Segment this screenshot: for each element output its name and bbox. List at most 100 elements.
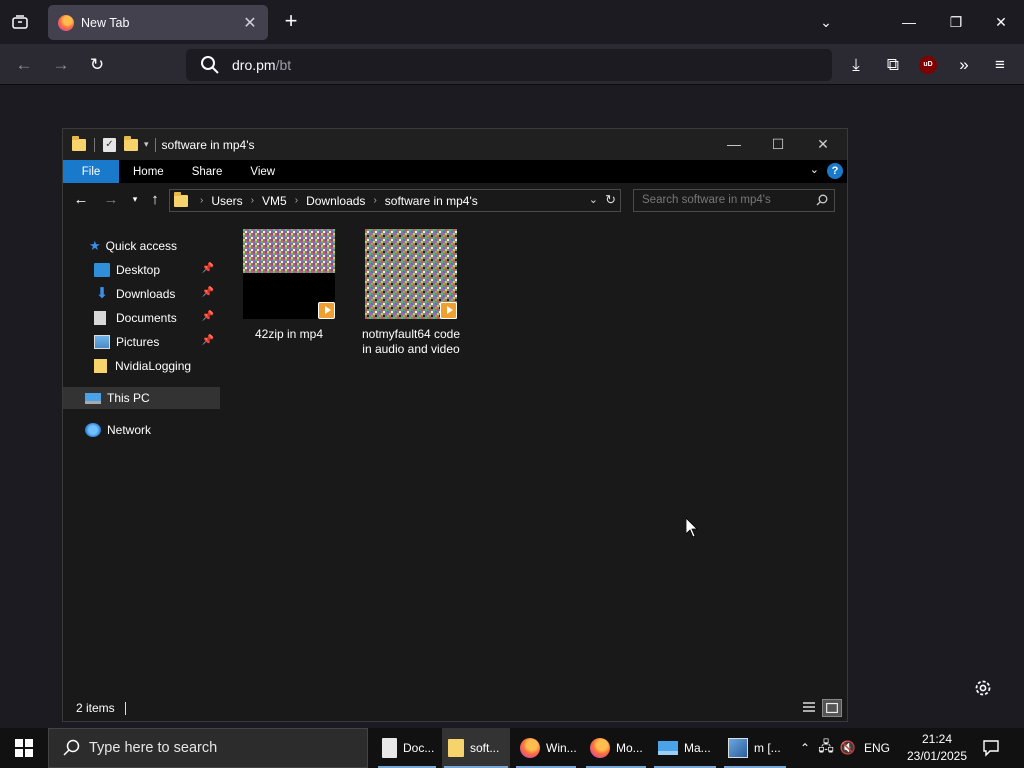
taskbar-app-monitor[interactable]: Ma... — [652, 728, 718, 768]
notifications-icon[interactable] — [982, 739, 1000, 757]
firefox-icon — [590, 738, 610, 758]
desktop-icon — [94, 263, 110, 277]
video-file-icon — [440, 302, 457, 319]
new-folder-icon[interactable] — [124, 135, 138, 151]
recent-locations-chevron-icon[interactable]: ▾ — [125, 194, 145, 205]
expand-ribbon-chevron-icon[interactable]: ⌄ — [810, 163, 819, 176]
file-item[interactable]: 42zip in mp4 — [234, 229, 344, 342]
app-menu-icon[interactable]: ≡ — [987, 52, 1013, 78]
taskbar-app-firefox-2[interactable]: Mo... — [584, 728, 648, 768]
explorer-minimize-button[interactable]: — — [711, 129, 757, 160]
clock[interactable]: 21:24 23/01/2025 — [902, 731, 972, 765]
ribbon-tabs: File Home Share View ⌄ ? — [63, 160, 847, 183]
taskbar-search-box[interactable]: Type here to search — [48, 728, 368, 768]
explorer-forward-button[interactable]: → — [101, 191, 121, 208]
search-icon — [201, 56, 219, 74]
breadcrumb-vm5[interactable]: VM5 — [262, 194, 287, 208]
nav-pictures[interactable]: Pictures 📌 — [63, 331, 220, 353]
tab-file[interactable]: File — [63, 160, 119, 183]
nav-documents[interactable]: Documents 📌 — [63, 307, 220, 329]
taskbar-app-file-explorer[interactable]: soft... — [442, 728, 510, 768]
file-list-pane: 42zip in mp4 notmyfault64 code in audio … — [220, 218, 847, 696]
breadcrumb-downloads[interactable]: Downloads — [306, 194, 365, 208]
taskbar-app-document[interactable]: Doc... — [376, 728, 438, 768]
refresh-icon[interactable]: ↻ — [605, 192, 616, 208]
close-tab-icon[interactable]: ✕ — [242, 13, 258, 33]
folder-search-input[interactable]: Search software in mp4's — [633, 189, 835, 212]
up-folder-button[interactable]: ↑ — [145, 191, 165, 208]
minimize-button[interactable]: — — [895, 8, 923, 36]
folder-icon — [448, 739, 464, 757]
firefox-icon — [520, 738, 540, 758]
nav-network[interactable]: Network — [63, 419, 220, 441]
properties-icon[interactable]: ✓ — [103, 137, 116, 152]
reload-button[interactable]: ↻ — [84, 52, 110, 78]
nav-this-pc[interactable]: This PC — [63, 387, 220, 409]
star-icon: ★ — [89, 238, 101, 253]
ublock-origin-icon[interactable]: uD — [919, 56, 937, 74]
download-arrow-icon: ⬇ — [95, 285, 109, 302]
extensions-icon[interactable]: ⧉ — [880, 52, 906, 78]
taskbar-app-vm[interactable]: m [... — [722, 728, 788, 768]
breadcrumb-current-folder[interactable]: software in mp4's — [385, 194, 478, 208]
address-bar[interactable]: › Users › VM5 › Downloads › software in … — [169, 189, 621, 212]
file-name: 42zip in mp4 — [254, 327, 324, 341]
restore-button[interactable]: ❐ — [942, 8, 970, 36]
tab-list-icon[interactable] — [8, 10, 32, 34]
nav-nvidialogging[interactable]: NvidiaLogging — [63, 355, 220, 377]
pin-icon: 📌 — [201, 263, 214, 274]
taskbar-app-firefox-1[interactable]: Win... — [514, 728, 578, 768]
details-view-icon[interactable] — [799, 699, 819, 717]
file-item[interactable]: notmyfault64 code in audio and video — [356, 229, 466, 357]
network-icon — [85, 423, 101, 437]
help-icon[interactable]: ? — [827, 163, 843, 179]
explorer-back-button[interactable]: ← — [71, 191, 91, 208]
close-window-button[interactable]: ✕ — [987, 8, 1015, 36]
back-button[interactable]: ← — [11, 52, 37, 78]
explorer-close-button[interactable]: ✕ — [800, 129, 846, 160]
breadcrumb-users[interactable]: Users — [211, 194, 242, 208]
pictures-icon — [94, 335, 110, 349]
page-settings-gear-icon[interactable] — [972, 677, 994, 699]
file-explorer-window: ✓ ▾ software in mp4's — ☐ ✕ File Home Sh… — [62, 128, 848, 722]
nav-downloads[interactable]: ⬇ Downloads 📌 — [63, 283, 220, 305]
navigation-pane: ★ Quick access Desktop 📌 ⬇ Downloads 📌 D… — [63, 218, 220, 696]
tab-overflow-chevron-icon[interactable]: ⌄ — [812, 8, 840, 36]
windows-logo-icon — [15, 739, 33, 757]
start-button[interactable] — [0, 728, 48, 768]
url-bar[interactable]: dro.pm/bt — [186, 49, 832, 81]
search-icon — [63, 739, 80, 756]
virtual-machine-icon — [728, 738, 748, 758]
forward-button[interactable]: → — [48, 52, 74, 78]
item-count: 2 items — [76, 701, 115, 715]
show-hidden-icons-chevron-icon[interactable]: ⌃ — [796, 741, 814, 755]
tab-share[interactable]: Share — [178, 160, 237, 183]
downloads-icon[interactable]: ⤓ — [843, 52, 869, 78]
browser-tab-bar: New Tab ✕ + ⌄ — ❐ ✕ — [0, 0, 1024, 44]
new-tab-button[interactable]: + — [280, 10, 302, 34]
language-indicator[interactable]: ENG — [864, 741, 890, 755]
network-status-icon[interactable]: 🖧 — [814, 736, 838, 760]
system-tray: ⌃ 🖧 🔇 ENG — [796, 728, 890, 768]
mouse-pointer-icon — [686, 518, 698, 538]
nav-quick-access[interactable]: ★ Quick access — [63, 235, 220, 257]
pin-icon: 📌 — [201, 311, 214, 322]
tab-new-tab[interactable]: New Tab ✕ — [48, 5, 268, 40]
volume-muted-icon[interactable]: 🔇 — [838, 740, 858, 756]
folder-icon — [72, 135, 86, 151]
tab-home[interactable]: Home — [119, 160, 178, 183]
pin-icon: 📌 — [201, 287, 214, 298]
url-text: dro.pm/bt — [232, 57, 292, 73]
large-icons-view-icon[interactable] — [822, 699, 842, 717]
clock-time: 21:24 — [921, 732, 953, 746]
nav-desktop[interactable]: Desktop 📌 — [63, 259, 220, 281]
computer-icon — [85, 392, 101, 404]
customize-toolbar-chevron-icon[interactable]: ▾ — [144, 139, 149, 150]
tab-view[interactable]: View — [236, 160, 289, 183]
folder-icon — [174, 191, 188, 207]
file-name: notmyfault64 code in audio and video — [361, 327, 461, 356]
tab-title: New Tab — [81, 15, 130, 30]
explorer-maximize-button[interactable]: ☐ — [755, 129, 801, 160]
address-history-chevron-icon[interactable]: ⌄ — [589, 193, 598, 206]
more-tools-icon[interactable]: » — [951, 52, 977, 78]
